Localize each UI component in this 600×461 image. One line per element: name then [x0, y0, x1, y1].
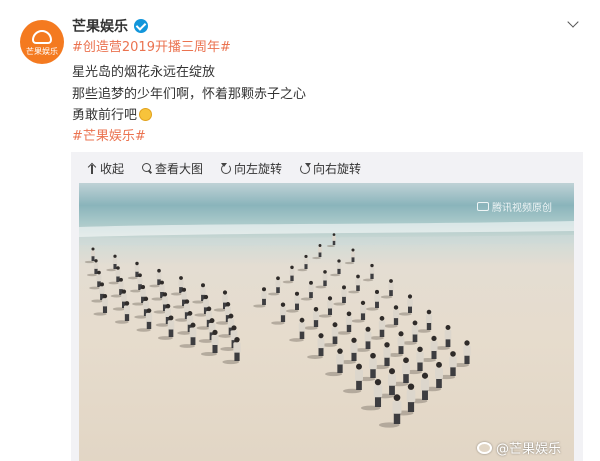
video-watermark-text: 腾讯视频原创	[492, 203, 552, 214]
person-figure	[343, 363, 363, 394]
person-figure	[333, 285, 347, 306]
person-figure	[325, 348, 344, 377]
post-text-line-3-text: 勇敢前行吧	[72, 108, 138, 123]
view-large-label: 查看大图	[155, 161, 204, 176]
post-text-line-3: 勇敢前行吧	[72, 107, 153, 125]
person-figure	[106, 254, 118, 272]
person-figure	[253, 287, 267, 308]
person-figure	[297, 254, 309, 272]
media-viewer: 收起 查看大图 向左旋转 向右旋转 腾讯视频原创 @芒果娱乐	[71, 152, 583, 461]
username[interactable]: 芒果娱乐	[72, 16, 128, 36]
hashtag-link-bottom[interactable]: #芒果娱乐#	[72, 129, 146, 144]
rotate-left-label: 向左旋转	[234, 161, 283, 176]
post-text-line-2: 那些追梦的少年们啊，怀着那颗赤子之心	[72, 87, 307, 102]
hashtag-topic-bottom: #芒果娱乐#	[72, 128, 146, 146]
person-figure	[398, 294, 413, 316]
person-figure	[361, 378, 383, 411]
person-figure	[369, 316, 386, 340]
collapse-icon	[87, 163, 97, 174]
person-figure	[378, 394, 402, 428]
rotate-right-button[interactable]: 向右旋转	[300, 160, 361, 177]
weibo-icon	[476, 441, 492, 454]
person-figure	[307, 333, 325, 359]
zoom-icon	[142, 162, 152, 174]
avatar-logo-text: 芒果娱乐	[26, 46, 58, 56]
hashtag-link[interactable]: #创造营2019开播三周年#	[72, 40, 231, 55]
avatar[interactable]: 芒果娱乐	[20, 20, 64, 64]
chevron-down-icon[interactable]	[566, 16, 582, 32]
collapse-label: 收起	[100, 161, 125, 176]
post-text-line-1: 星光岛的烟花永远在绽放	[72, 65, 216, 80]
person-figure	[84, 247, 96, 264]
person-figure	[348, 274, 361, 294]
person-figure	[330, 259, 342, 277]
person-figure	[384, 305, 399, 328]
person-figure	[149, 268, 162, 288]
post-header: 芒果娱乐	[72, 16, 148, 36]
mango-logo-icon	[32, 29, 52, 44]
view-large-button[interactable]: 查看大图	[142, 160, 203, 177]
person-figure	[318, 296, 333, 318]
video-watermark: 腾讯视频原创	[477, 199, 552, 214]
person-figure	[351, 300, 366, 323]
weibo-watermark-text: @芒果娱乐	[495, 442, 561, 457]
person-figure	[362, 263, 375, 282]
person-figure	[300, 280, 314, 301]
person-figure	[315, 270, 328, 289]
verified-icon	[134, 19, 148, 33]
person-figure	[127, 261, 140, 280]
emoji-icon	[139, 108, 153, 121]
person-figure	[344, 248, 356, 265]
post-image[interactable]: 腾讯视频原创	[79, 183, 574, 461]
media-toolbar: 收起 查看大图 向左旋转 向右旋转	[87, 158, 379, 178]
weibo-watermark: @芒果娱乐	[476, 438, 561, 457]
person-figure	[267, 276, 281, 296]
beach-formation-scene	[79, 221, 574, 428]
person-figure	[289, 317, 306, 342]
person-figure	[271, 302, 286, 325]
collapse-button[interactable]: 收起	[87, 160, 124, 177]
person-figure	[336, 311, 353, 335]
person-figure	[416, 309, 433, 333]
person-figure	[285, 291, 300, 313]
rotate-left-icon	[221, 162, 232, 174]
rotate-right-icon	[300, 162, 312, 174]
video-icon	[477, 202, 489, 211]
weibo-post: 芒果娱乐 芒果娱乐 #创造营2019开播三周年# 星光岛的烟花永远在绽放 那些追…	[0, 0, 600, 461]
rotate-right-label: 向右旋转	[313, 161, 362, 176]
person-figure	[282, 265, 295, 284]
rotate-left-button[interactable]: 向左旋转	[221, 160, 282, 177]
person-figure	[366, 289, 380, 311]
hashtag-topic: #创造营2019开播三周年#	[72, 39, 231, 57]
person-figure	[312, 244, 322, 260]
person-figure	[380, 279, 394, 299]
person-figure	[303, 307, 320, 330]
